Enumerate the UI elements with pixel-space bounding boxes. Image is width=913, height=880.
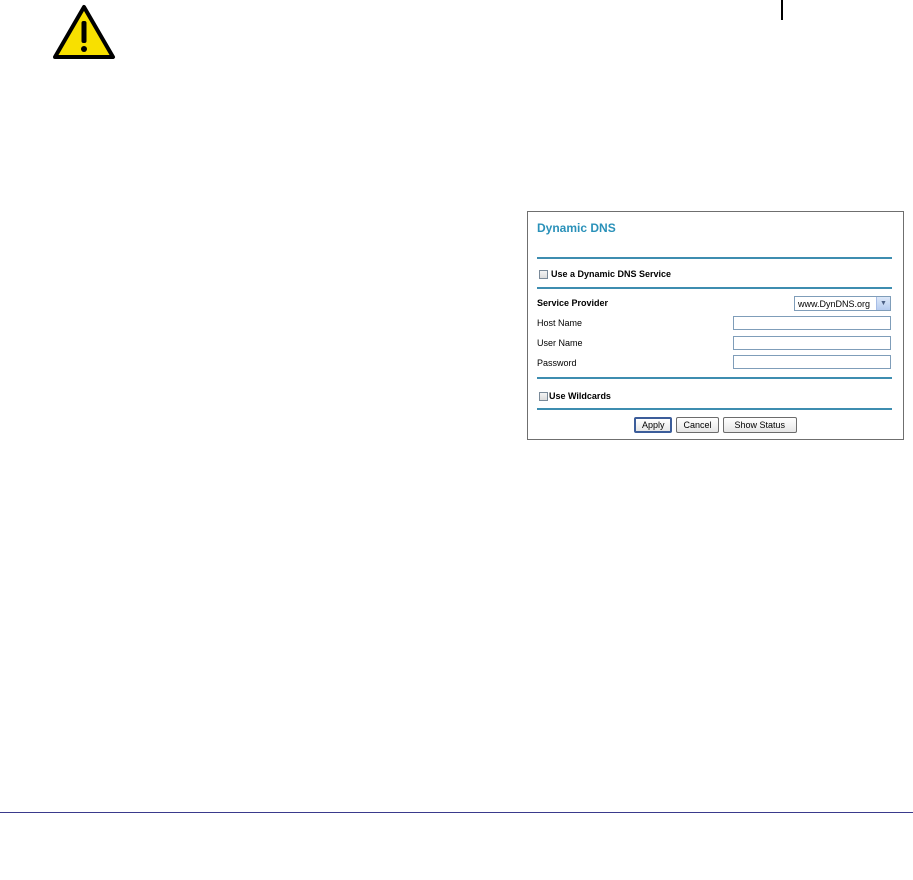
use-dynamic-dns-row: Use a Dynamic DNS Service bbox=[539, 269, 671, 279]
panel-title: Dynamic DNS bbox=[537, 221, 616, 235]
chevron-down-icon[interactable]: ▼ bbox=[876, 297, 890, 310]
page-footer-rule bbox=[0, 812, 913, 813]
divider bbox=[537, 287, 892, 289]
host-name-input[interactable] bbox=[733, 316, 891, 330]
show-status-button[interactable]: Show Status bbox=[722, 417, 798, 433]
divider bbox=[537, 377, 892, 379]
dynamic-dns-panel: Dynamic DNS Use a Dynamic DNS Service Se… bbox=[527, 211, 904, 440]
user-name-label: User Name bbox=[537, 338, 583, 348]
host-name-label: Host Name bbox=[537, 318, 583, 328]
warning-triangle-icon bbox=[53, 5, 115, 59]
use-wildcards-checkbox[interactable] bbox=[539, 391, 548, 401]
use-dynamic-dns-checkbox[interactable] bbox=[539, 269, 548, 279]
divider bbox=[537, 257, 892, 259]
apply-button[interactable]: Apply bbox=[633, 417, 673, 433]
service-provider-select[interactable]: www.DynDNS.org ▼ bbox=[794, 296, 891, 311]
top-vertical-rule bbox=[781, 0, 783, 20]
service-provider-value: www.DynDNS.org bbox=[798, 298, 871, 309]
password-input[interactable] bbox=[733, 355, 891, 369]
password-label: Password bbox=[537, 358, 577, 368]
button-bar: Apply Cancel Show Status bbox=[528, 417, 903, 433]
cancel-button[interactable]: Cancel bbox=[676, 417, 719, 433]
use-wildcards-label: Use Wildcards bbox=[549, 391, 611, 401]
use-dynamic-dns-label: Use a Dynamic DNS Service bbox=[551, 269, 672, 279]
use-wildcards-row: Use Wildcards bbox=[539, 391, 611, 401]
divider bbox=[537, 408, 892, 410]
user-name-input[interactable] bbox=[733, 336, 891, 350]
service-provider-label: Service Provider bbox=[537, 298, 609, 308]
